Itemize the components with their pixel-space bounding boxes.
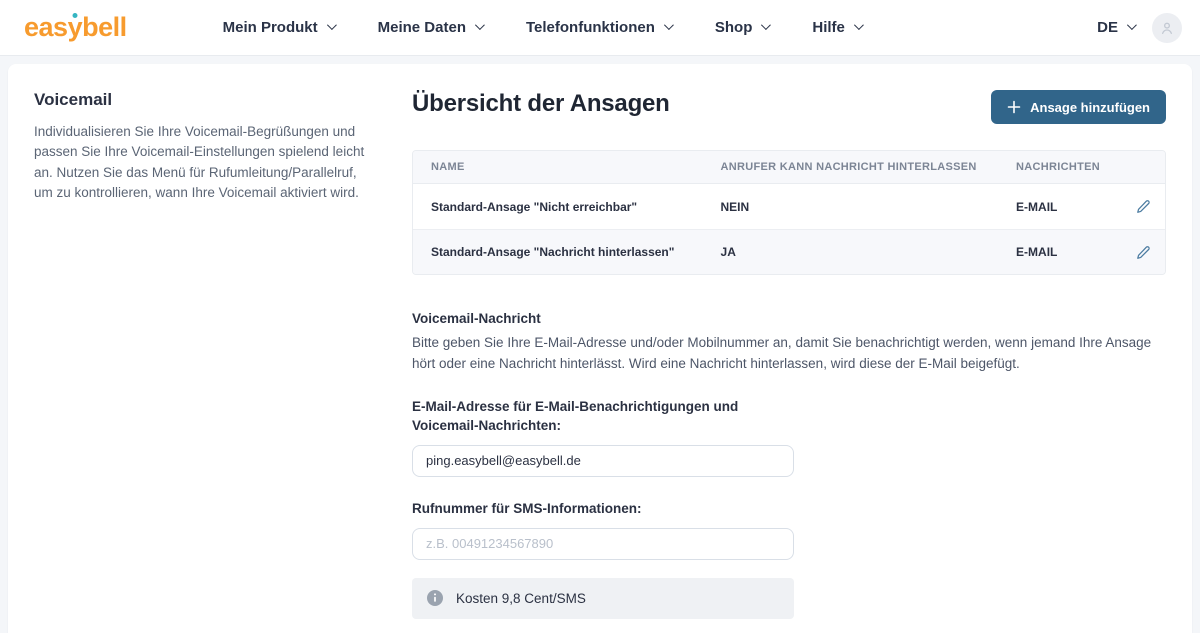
edit-announcement-button[interactable]	[1133, 242, 1154, 263]
person-icon	[1159, 20, 1175, 36]
announcements-table: NAME ANRUFER KANN NACHRICHT HINTERLASSEN…	[412, 150, 1166, 275]
chevron-down-icon	[761, 20, 771, 30]
nav-label: Shop	[715, 19, 753, 36]
main-nav: Mein Produkt Meine Daten Telefonfunktion…	[223, 19, 861, 36]
announcement-name: Standard-Ansage "Nachricht hinterlassen"	[413, 245, 703, 259]
topbar-right: DE	[1097, 13, 1182, 43]
plus-icon	[1007, 100, 1021, 114]
voicemail-message-section: Voicemail-Nachricht Bitte geben Sie Ihre…	[412, 311, 1166, 619]
chevron-down-icon	[327, 20, 337, 30]
column-header-caller-can-leave-message: ANRUFER KANN NACHRICHT HINTERLASSEN	[703, 161, 999, 173]
table-row: Standard-Ansage "Nachricht hinterlassen"…	[413, 229, 1165, 274]
nav-item-shop[interactable]: Shop	[715, 19, 769, 36]
pencil-icon	[1136, 199, 1151, 214]
notifications-value: E-MAIL	[998, 200, 1121, 214]
nav-item-telefonfunktionen[interactable]: Telefonfunktionen	[526, 19, 671, 36]
caller-can-leave-message-value: NEIN	[703, 200, 999, 214]
chevron-down-icon	[475, 20, 485, 30]
main-content: Übersicht der Ansagen Ansage hinzufügen …	[412, 90, 1166, 619]
top-navigation-bar: easybell Mein Produkt Meine Daten Telefo…	[0, 0, 1200, 56]
sidebar-description: Voicemail Individualisieren Sie Ihre Voi…	[34, 90, 412, 619]
nav-item-meine-daten[interactable]: Meine Daten	[378, 19, 482, 36]
nav-label: Hilfe	[812, 19, 845, 36]
column-header-name: NAME	[413, 161, 703, 173]
email-field[interactable]	[412, 445, 794, 477]
sidebar-text: Individualisieren Sie Ihre Voicemail-Beg…	[34, 122, 372, 203]
language-selector[interactable]: DE	[1097, 19, 1134, 36]
logo-text: eas	[24, 12, 68, 43]
voicemail-settings-card: Voicemail Individualisieren Sie Ihre Voi…	[8, 64, 1192, 633]
language-label: DE	[1097, 19, 1118, 36]
edit-announcement-button[interactable]	[1133, 196, 1154, 217]
notifications-value: E-MAIL	[998, 245, 1121, 259]
info-icon	[427, 590, 443, 606]
nav-label: Mein Produkt	[223, 19, 318, 36]
user-avatar[interactable]	[1152, 13, 1182, 43]
nav-label: Meine Daten	[378, 19, 466, 36]
sms-field-label: Rufnummer für SMS-Informationen:	[412, 499, 802, 519]
nav-label: Telefonfunktionen	[526, 19, 655, 36]
pencil-icon	[1136, 245, 1151, 260]
sidebar-title: Voicemail	[34, 90, 372, 110]
chevron-down-icon	[664, 20, 674, 30]
table-row: Standard-Ansage "Nicht erreichbar" NEIN …	[413, 184, 1165, 229]
chevron-down-icon	[854, 20, 864, 30]
section-description: Bitte geben Sie Ihre E-Mail-Adresse und/…	[412, 333, 1166, 375]
main-header: Übersicht der Ansagen Ansage hinzufügen	[412, 90, 1166, 124]
chevron-down-icon	[1127, 20, 1137, 30]
sms-number-field[interactable]	[412, 528, 794, 560]
section-title: Voicemail-Nachricht	[412, 311, 1166, 326]
cost-note-text: Kosten 9,8 Cent/SMS	[456, 591, 586, 606]
nav-item-hilfe[interactable]: Hilfe	[812, 19, 861, 36]
nav-item-mein-produkt[interactable]: Mein Produkt	[223, 19, 334, 36]
email-field-label: E-Mail-Adresse für E-Mail-Benachrichtigu…	[412, 397, 802, 436]
logo-dot	[72, 13, 77, 18]
add-announcement-label: Ansage hinzufügen	[1030, 100, 1150, 115]
add-announcement-button[interactable]: Ansage hinzufügen	[991, 90, 1166, 124]
easybell-logo[interactable]: easybell	[24, 12, 127, 43]
table-header-row: NAME ANRUFER KANN NACHRICHT HINTERLASSEN…	[413, 151, 1165, 184]
sms-cost-note: Kosten 9,8 Cent/SMS	[412, 578, 794, 619]
page-title: Übersicht der Ansagen	[412, 90, 670, 118]
caller-can-leave-message-value: JA	[703, 245, 999, 259]
logo-text-end: bell	[82, 12, 127, 43]
column-header-notifications: NACHRICHTEN	[998, 161, 1121, 173]
announcement-name: Standard-Ansage "Nicht erreichbar"	[413, 200, 703, 214]
